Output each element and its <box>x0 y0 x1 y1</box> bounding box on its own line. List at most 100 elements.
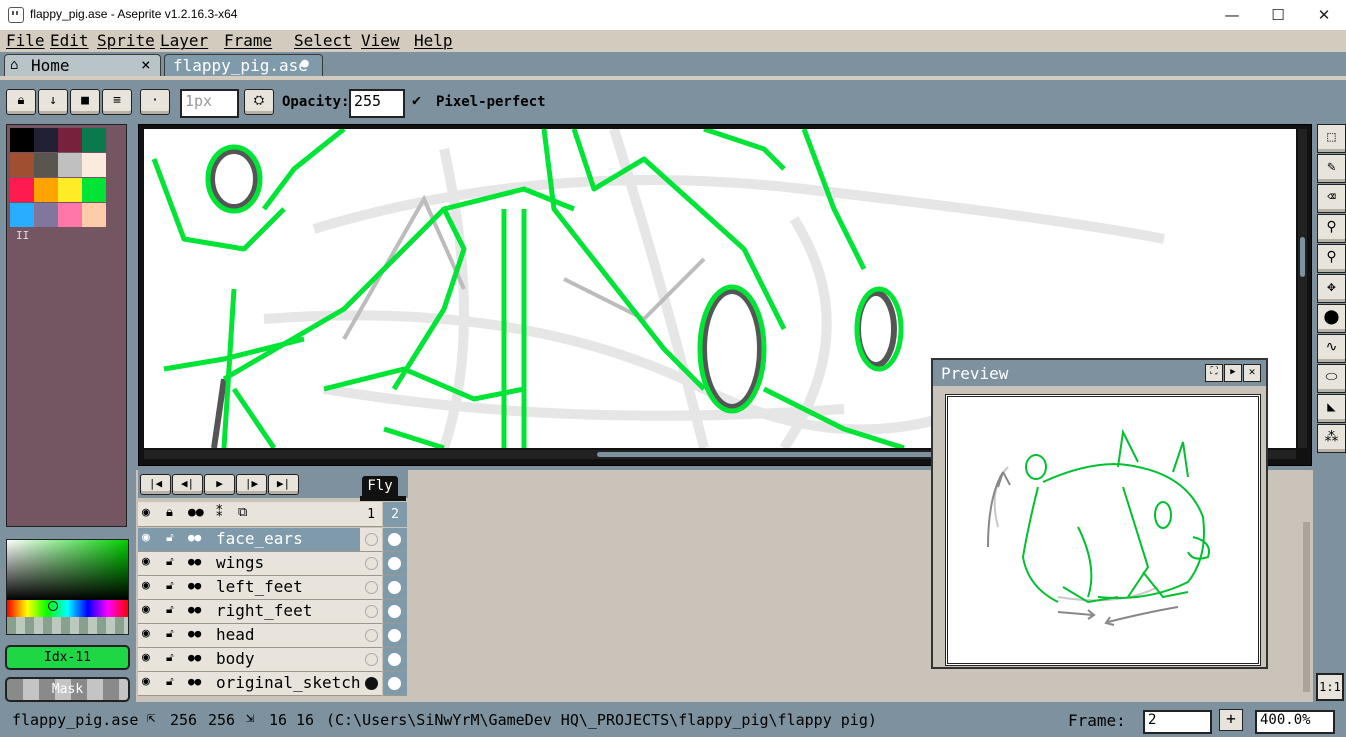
continuous-icon[interactable]: ●● <box>188 651 201 664</box>
color-picker[interactable] <box>6 539 129 635</box>
horizontal-scroll-thumb[interactable] <box>597 452 937 457</box>
brush-size-input[interactable]: 1px <box>180 89 239 118</box>
eye-icon[interactable]: ◉ <box>142 530 150 545</box>
frame-cel[interactable] <box>383 672 407 696</box>
layer-row[interactable]: ◉ 🔓︎ ●● wings <box>138 552 360 576</box>
padlock-icon[interactable]: 🔓︎ <box>166 530 174 545</box>
tab-flappy-pig[interactable]: flappy_pig.ase ● <box>164 54 323 78</box>
layer-row[interactable]: ◉ 🔓︎ ●● left_feet <box>138 576 360 600</box>
palette-swatch[interactable] <box>82 153 106 177</box>
menu-select[interactable]: Select <box>294 31 352 50</box>
continuous-icon[interactable]: ●● <box>188 603 201 616</box>
palette-swatch[interactable] <box>34 178 58 202</box>
eye-icon[interactable]: ◉ <box>142 554 150 569</box>
canvas-vertical-scrollbar[interactable] <box>1298 129 1307 448</box>
alpha-slider[interactable] <box>7 617 128 634</box>
play-button[interactable]: ▶ <box>204 474 235 495</box>
menu-view[interactable]: View <box>361 31 400 50</box>
continuous-icon[interactable]: ●● <box>188 675 201 688</box>
eye-icon[interactable]: ◉ <box>142 650 150 665</box>
palette-swatch[interactable] <box>10 203 34 227</box>
rectangular-marquee-icon[interactable]: ⬚ <box>1317 124 1346 153</box>
timeline-vertical-scrollbar[interactable] <box>1303 522 1310 692</box>
tag-fly[interactable]: Fly <box>362 476 398 498</box>
palette-pager[interactable]: II <box>16 229 29 242</box>
palette-swatch[interactable] <box>82 203 106 227</box>
padlock-icon[interactable]: 🔓︎ <box>166 554 174 569</box>
previous-frame-button[interactable]: ◀| <box>172 474 203 495</box>
palette-swatch[interactable] <box>58 128 82 152</box>
padlock-icon[interactable]: 🔓︎ <box>166 674 174 689</box>
lock-header-icon[interactable]: 🔒︎ <box>166 505 173 520</box>
brush-type-icon[interactable]: · <box>140 89 170 115</box>
visibility-header-icon[interactable]: ◉ <box>142 505 150 520</box>
menu-lines-icon[interactable]: ≡ <box>102 89 132 115</box>
zoom-input[interactable]: 400.0% <box>1255 710 1335 734</box>
modified-dot-icon[interactable]: ● <box>301 56 309 71</box>
eye-icon[interactable]: ◉ <box>142 674 150 689</box>
pencil-icon[interactable]: ✎ <box>1317 154 1346 183</box>
move-icon[interactable]: ✥ <box>1317 274 1346 303</box>
eraser-icon[interactable]: ⌫ <box>1317 184 1346 213</box>
preview-mode-icon[interactable]: ⛶ <box>1205 364 1223 382</box>
frame-cel[interactable] <box>360 528 382 552</box>
frame-cel[interactable] <box>360 624 382 648</box>
padlock-icon[interactable]: 🔓︎ <box>166 602 174 617</box>
continuous-icon[interactable]: ●● <box>188 555 201 568</box>
zoom-1-1-button[interactable]: 1:1 <box>1316 673 1344 701</box>
ellipse-icon[interactable]: ⬭ <box>1317 364 1346 393</box>
contour-icon[interactable]: ◣ <box>1317 394 1346 423</box>
add-frame-button[interactable]: + <box>1219 709 1243 731</box>
menu-help[interactable]: Help <box>414 31 453 50</box>
vertical-scroll-thumb[interactable] <box>1300 237 1305 277</box>
padlock-icon[interactable]: 🔓︎ <box>166 626 174 641</box>
continuous-header-icon[interactable]: ●● <box>188 505 204 520</box>
frame-cel[interactable] <box>383 600 407 624</box>
frame-header-1[interactable]: 1 <box>360 502 382 527</box>
eye-icon[interactable]: ◉ <box>142 578 150 593</box>
fill-bucket-icon[interactable]: ⬤ <box>1317 304 1346 333</box>
frame-cel[interactable] <box>360 552 382 576</box>
palette-swatch[interactable] <box>82 128 106 152</box>
frame-cel[interactable] <box>360 600 382 624</box>
palette-swatch[interactable] <box>10 128 34 152</box>
minimize-button[interactable]: — <box>1209 0 1255 30</box>
palette-swatch[interactable] <box>58 153 82 177</box>
link-layers-icon[interactable]: ⁑ <box>216 505 223 520</box>
spray-icon[interactable]: ⁂ <box>1317 424 1346 453</box>
frame-input[interactable]: 2 <box>1143 710 1212 734</box>
tab-home[interactable]: ⌂ Home × <box>4 54 161 78</box>
eyedropper-icon[interactable]: ⚲ <box>1317 214 1346 243</box>
last-frame-button[interactable]: ▶| <box>268 474 299 495</box>
hue-slider[interactable] <box>7 600 128 617</box>
background-color-button[interactable]: Mask <box>5 677 130 702</box>
saturation-value-field[interactable] <box>7 540 128 600</box>
maximize-button[interactable]: ☐ <box>1255 0 1301 30</box>
palette-swatch[interactable] <box>34 203 58 227</box>
palette-swatch[interactable] <box>82 178 106 202</box>
eye-icon[interactable]: ◉ <box>142 602 150 617</box>
palette-swatch[interactable] <box>10 153 34 177</box>
close-window-button[interactable]: ✕ <box>1301 0 1346 30</box>
tab-home-close-icon[interactable]: × <box>141 55 151 74</box>
foreground-color-button[interactable]: Idx-11 <box>5 645 130 670</box>
opacity-input[interactable]: 255 <box>349 89 405 118</box>
frame-cel[interactable] <box>383 552 407 576</box>
zoom-icon[interactable]: ⚲ <box>1317 244 1346 273</box>
first-frame-button[interactable]: |◀ <box>140 474 171 495</box>
arrow-down-icon[interactable]: ↓ <box>38 89 68 115</box>
padlock-icon[interactable]: 🔓︎ <box>166 650 174 665</box>
frame-cel[interactable] <box>383 576 407 600</box>
frame-cel[interactable] <box>383 624 407 648</box>
layer-row[interactable]: ◉ 🔓︎ ●● body <box>138 648 360 672</box>
onion-skin-icon[interactable]: ⧉ <box>238 505 247 520</box>
palette-swatch[interactable] <box>10 178 34 202</box>
continuous-icon[interactable]: ●● <box>188 531 201 544</box>
layer-row[interactable]: ◉ 🔓︎ ●● head <box>138 624 360 648</box>
preview-play-icon[interactable]: ▶ <box>1224 364 1242 382</box>
frame-cel[interactable] <box>383 648 407 672</box>
preview-close-icon[interactable]: ✕ <box>1243 364 1261 382</box>
frame-header-2[interactable]: 2 <box>383 502 407 527</box>
eye-icon[interactable]: ◉ <box>142 626 150 641</box>
padlock-icon[interactable]: 🔓︎ <box>166 578 174 593</box>
